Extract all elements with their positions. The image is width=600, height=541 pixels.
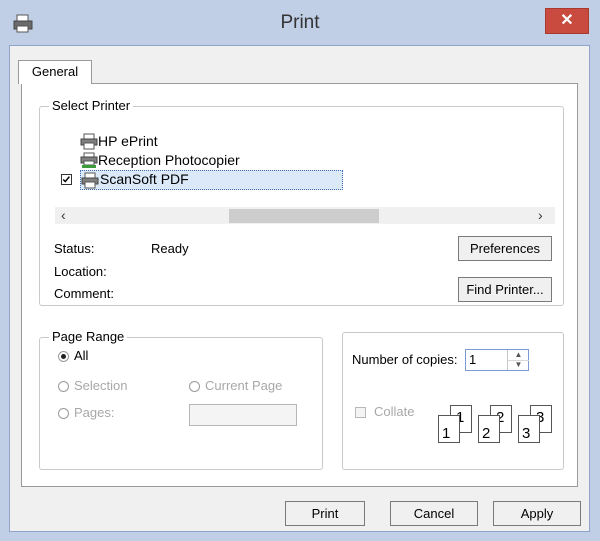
radio-selection-label: Selection xyxy=(74,378,128,393)
scroll-right-icon[interactable]: › xyxy=(538,207,543,224)
copy-page-number: 2 xyxy=(482,425,491,442)
window-title: Print xyxy=(280,12,320,33)
radio-button[interactable] xyxy=(58,381,69,393)
radio-current-page-label: Current Page xyxy=(205,378,283,393)
printer-list[interactable]: HP ePrint Reception Photocopier ScanSoft… xyxy=(55,122,555,208)
page-range-label: Page Range xyxy=(49,329,128,344)
scroll-left-icon[interactable]: ‹ xyxy=(61,207,66,224)
printer-icon xyxy=(81,172,99,189)
tab-general[interactable]: General xyxy=(18,60,92,84)
network-printer-icon xyxy=(80,152,98,168)
comment-label: Comment: xyxy=(54,286,114,301)
printer-list-scrollbar[interactable]: ‹ › xyxy=(55,207,555,224)
radio-button[interactable] xyxy=(58,408,69,420)
radio-button[interactable] xyxy=(189,381,200,393)
find-printer-button[interactable]: Find Printer... xyxy=(458,277,552,302)
printer-checkbox[interactable] xyxy=(61,174,72,185)
copy-page-number: 1 xyxy=(442,425,451,442)
radio-current-page[interactable]: Current Page xyxy=(189,378,282,393)
spin-down-icon[interactable]: ▼ xyxy=(508,360,529,370)
radio-pages[interactable]: Pages: xyxy=(58,405,114,420)
cancel-button[interactable]: Cancel xyxy=(390,501,478,526)
pages-input[interactable] xyxy=(189,404,297,426)
printer-name: HP ePrint xyxy=(98,133,158,149)
radio-all-label: All xyxy=(74,348,89,363)
copy-page-icon: 2 xyxy=(478,415,500,443)
title-bar[interactable]: Print ✕ xyxy=(0,0,600,45)
print-dialog: Print ✕ General Select Printer HP ePrint… xyxy=(0,0,600,541)
collate-checkbox[interactable] xyxy=(355,407,366,418)
printer-name: Reception Photocopier xyxy=(98,152,240,168)
select-printer-label: Select Printer xyxy=(49,98,134,113)
printer-item-scansoft-pdf[interactable]: ScanSoft PDF xyxy=(61,170,343,190)
radio-button[interactable] xyxy=(58,351,69,363)
status-label: Status: xyxy=(54,241,95,256)
scrollbar-thumb[interactable] xyxy=(229,209,379,223)
print-button[interactable]: Print xyxy=(285,501,365,526)
radio-all[interactable]: All xyxy=(58,348,88,363)
status-value: Ready xyxy=(151,241,189,256)
copy-page-icon: 1 xyxy=(438,415,460,443)
copies-spinner[interactable]: ▲ ▼ xyxy=(507,350,529,370)
location-label: Location: xyxy=(54,264,107,279)
close-button[interactable]: ✕ xyxy=(545,8,589,34)
printer-name: ScanSoft PDF xyxy=(100,171,189,187)
check-icon xyxy=(62,176,70,183)
copy-page-number: 3 xyxy=(522,425,531,442)
radio-pages-label: Pages: xyxy=(74,405,115,420)
apply-button[interactable]: Apply xyxy=(493,501,581,526)
radio-selection[interactable]: Selection xyxy=(58,378,127,393)
number-of-copies-label: Number of copies: xyxy=(352,352,458,367)
printer-icon xyxy=(80,133,98,150)
preferences-button[interactable]: Preferences xyxy=(458,236,552,261)
copy-page-icon: 3 xyxy=(518,415,540,443)
collate-label: Collate xyxy=(374,404,415,419)
